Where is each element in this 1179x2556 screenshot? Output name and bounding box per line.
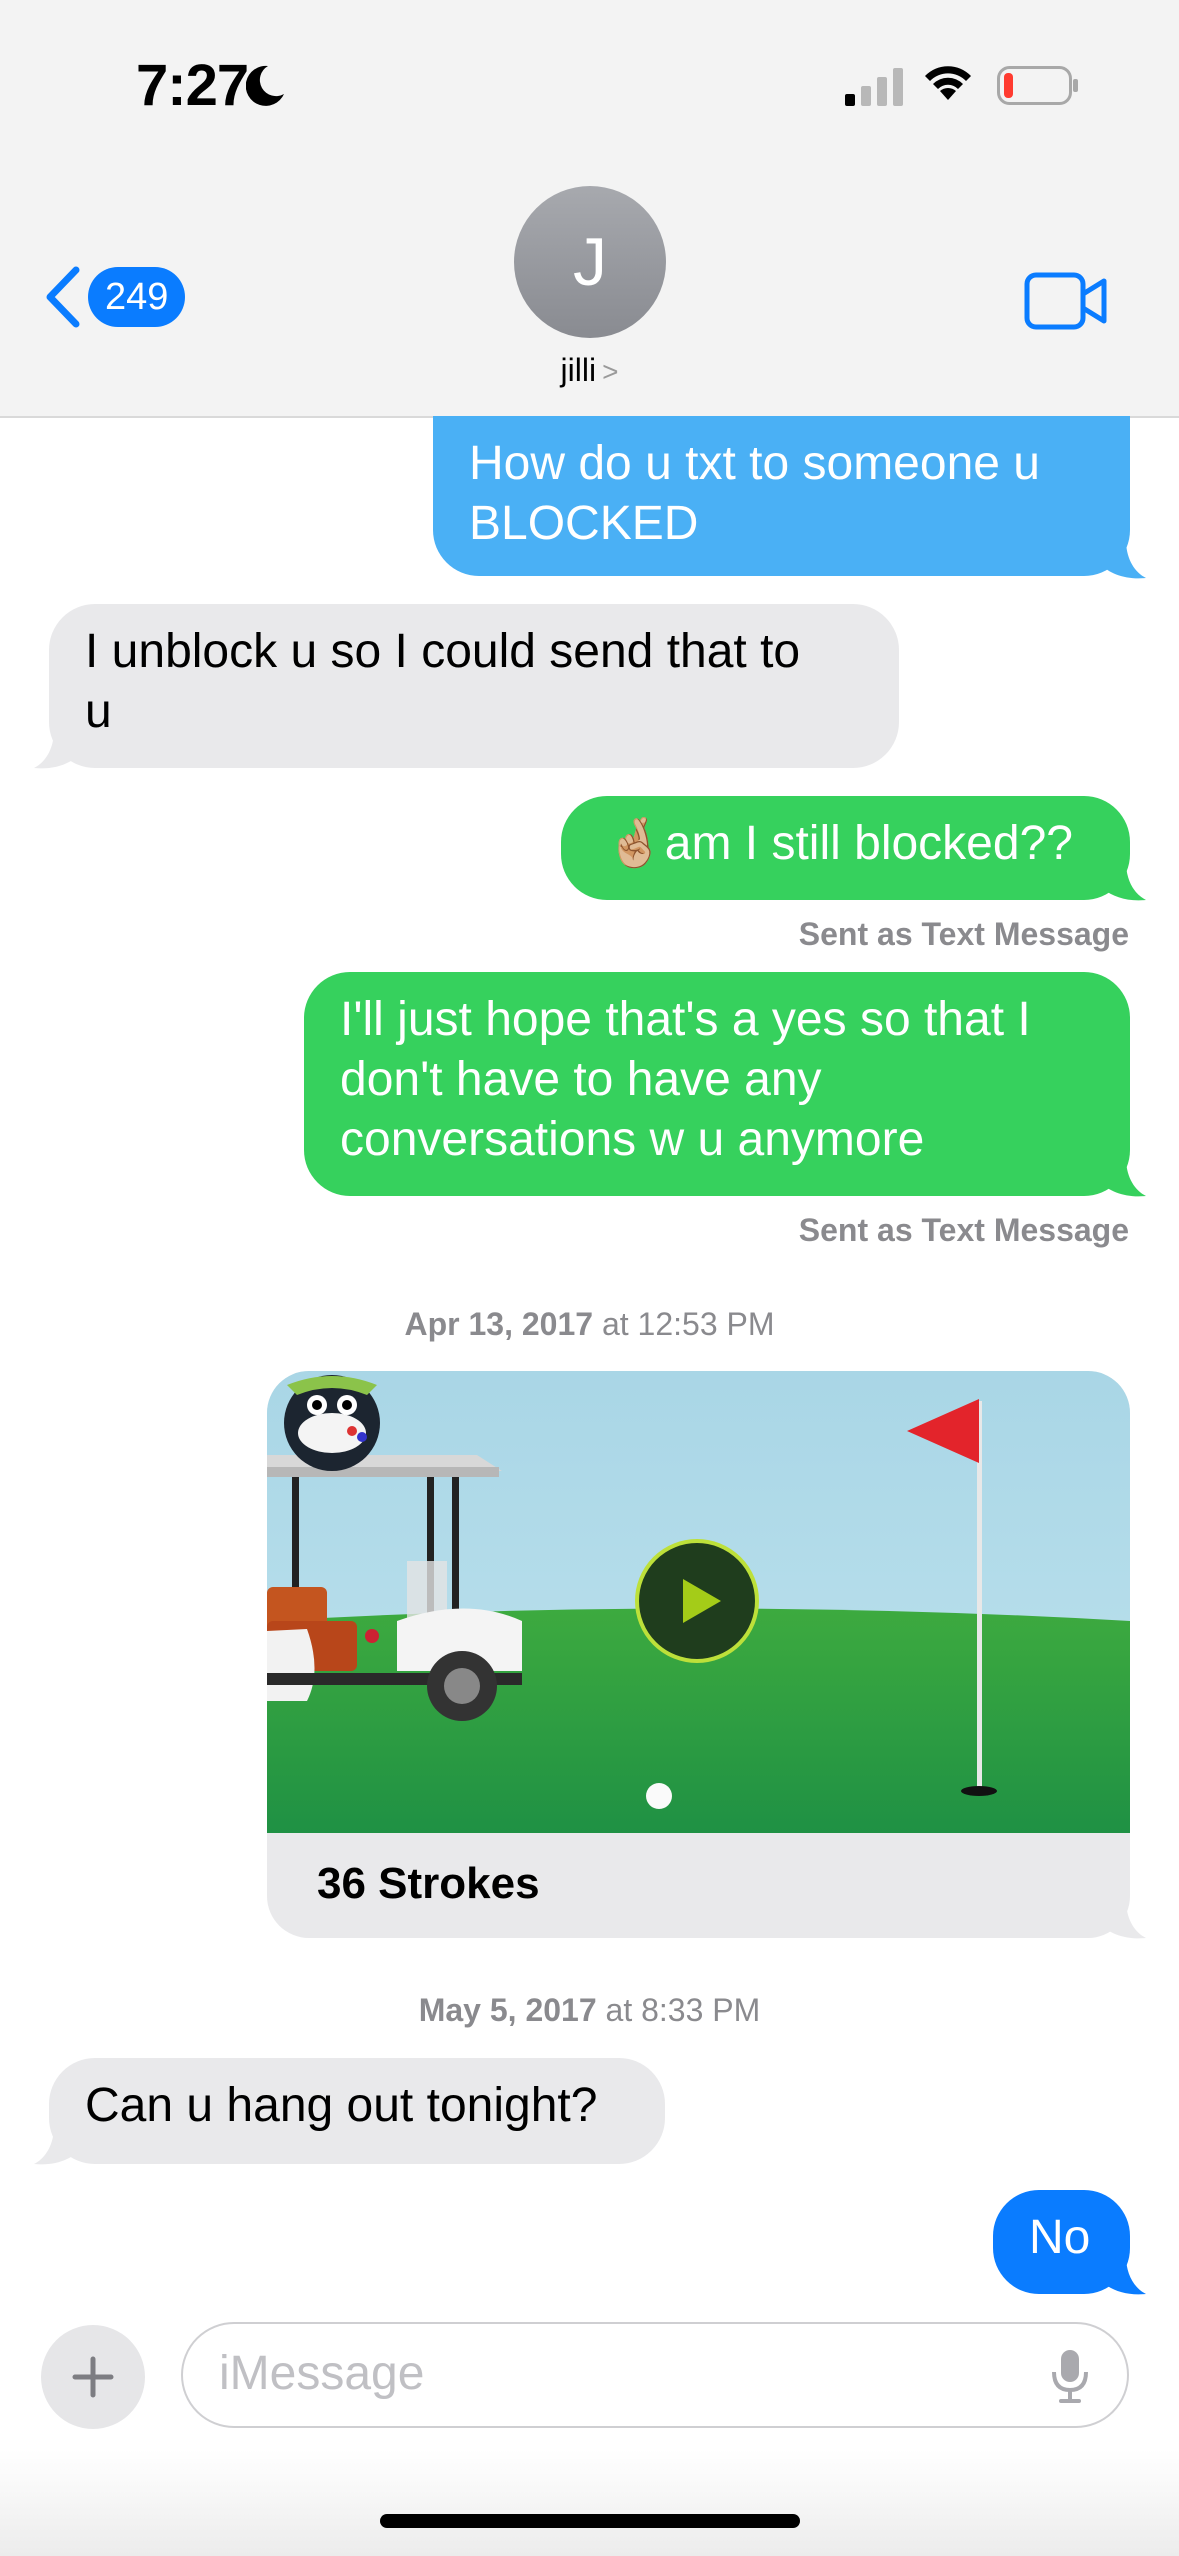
plus-icon xyxy=(72,2356,114,2398)
message-bubble-received[interactable]: I unblock u so I could send that to u xyxy=(49,604,899,768)
sent-as-text-note: Sent as Text Message xyxy=(798,1212,1129,1248)
message-text-line: don't have to have any xyxy=(340,1053,822,1106)
bubble-tail xyxy=(1100,2256,1146,2295)
cellular-signal-icon xyxy=(845,68,903,106)
microphone-icon[interactable] xyxy=(1051,2348,1089,2404)
message-text-line: I unblock u so I could send that to xyxy=(85,625,801,678)
video-camera-icon[interactable] xyxy=(1024,272,1108,330)
message-text-line: u xyxy=(85,685,112,738)
message-bubble-sent[interactable]: 🤞🏼am I still blocked?? xyxy=(561,796,1130,900)
message-input[interactable]: iMessage xyxy=(181,2322,1129,2428)
home-indicator[interactable] xyxy=(380,2514,800,2528)
bubble-tail xyxy=(1100,1158,1146,1197)
timestamp-divider: May 5, 2017 at 8:33 PM xyxy=(0,1992,1179,2029)
conversation-header: 7:27 249 J jilli > xyxy=(0,0,1179,418)
back-button[interactable]: 249 xyxy=(44,266,186,328)
chevron-right-icon: > xyxy=(602,356,619,387)
bubble-tail xyxy=(1100,862,1146,901)
contact-name-button[interactable]: jilli > xyxy=(0,352,1179,389)
wifi-icon xyxy=(925,66,971,100)
bubble-tail xyxy=(34,2126,80,2165)
play-icon[interactable] xyxy=(633,1537,761,1665)
moon-icon xyxy=(246,65,284,106)
timestamp-divider: Apr 13, 2017 at 12:53 PM xyxy=(0,1306,1179,1343)
message-text: No xyxy=(1029,2211,1091,2264)
message-input-placeholder: iMessage xyxy=(219,2347,425,2400)
apps-plus-button[interactable] xyxy=(41,2325,145,2429)
message-text-line: I'll just hope that's a yes so that I xyxy=(340,993,1031,1046)
timestamp-time: at 8:33 PM xyxy=(605,1992,761,2028)
contact-name: jilli xyxy=(560,352,597,388)
contact-avatar[interactable]: J xyxy=(514,186,666,338)
timestamp-date: Apr 13, 2017 xyxy=(404,1306,594,1342)
timestamp-time: at 12:53 PM xyxy=(601,1306,775,1342)
message-text-line: How do u txt to someone u xyxy=(469,437,1040,490)
message-text: Can u hang out tonight? xyxy=(85,2079,598,2132)
bubble-tail xyxy=(34,730,80,769)
battery-icon xyxy=(997,66,1078,105)
bubble-tail xyxy=(1100,540,1146,579)
message-text-line: conversations w u anymore xyxy=(340,1113,925,1166)
sent-as-text-note: Sent as Text Message xyxy=(798,916,1129,952)
game-card-caption: 36 Strokes xyxy=(317,1859,540,1908)
back-chevron-icon xyxy=(46,266,80,328)
game-message-card[interactable]: 36 Strokes xyxy=(267,1371,1130,1938)
avatar-initial: J xyxy=(573,224,607,300)
message-text: 🤞🏼am I still blocked?? xyxy=(605,817,1073,870)
unread-count-badge: 249 xyxy=(88,267,186,327)
message-bubble-received[interactable]: Can u hang out tonight? xyxy=(49,2058,665,2164)
status-time: 7:27 xyxy=(136,53,249,118)
message-bubble-sent[interactable]: I'll just hope that's a yes so that I do… xyxy=(304,972,1130,1196)
bubble-tail xyxy=(1100,1900,1146,1939)
timestamp-date: May 5, 2017 xyxy=(418,1992,597,2028)
message-text-line: BLOCKED xyxy=(469,497,699,550)
keyboard-area-fade xyxy=(0,2450,1179,2556)
message-bubble-sent[interactable]: How do u txt to someone u BLOCKED xyxy=(433,416,1130,576)
